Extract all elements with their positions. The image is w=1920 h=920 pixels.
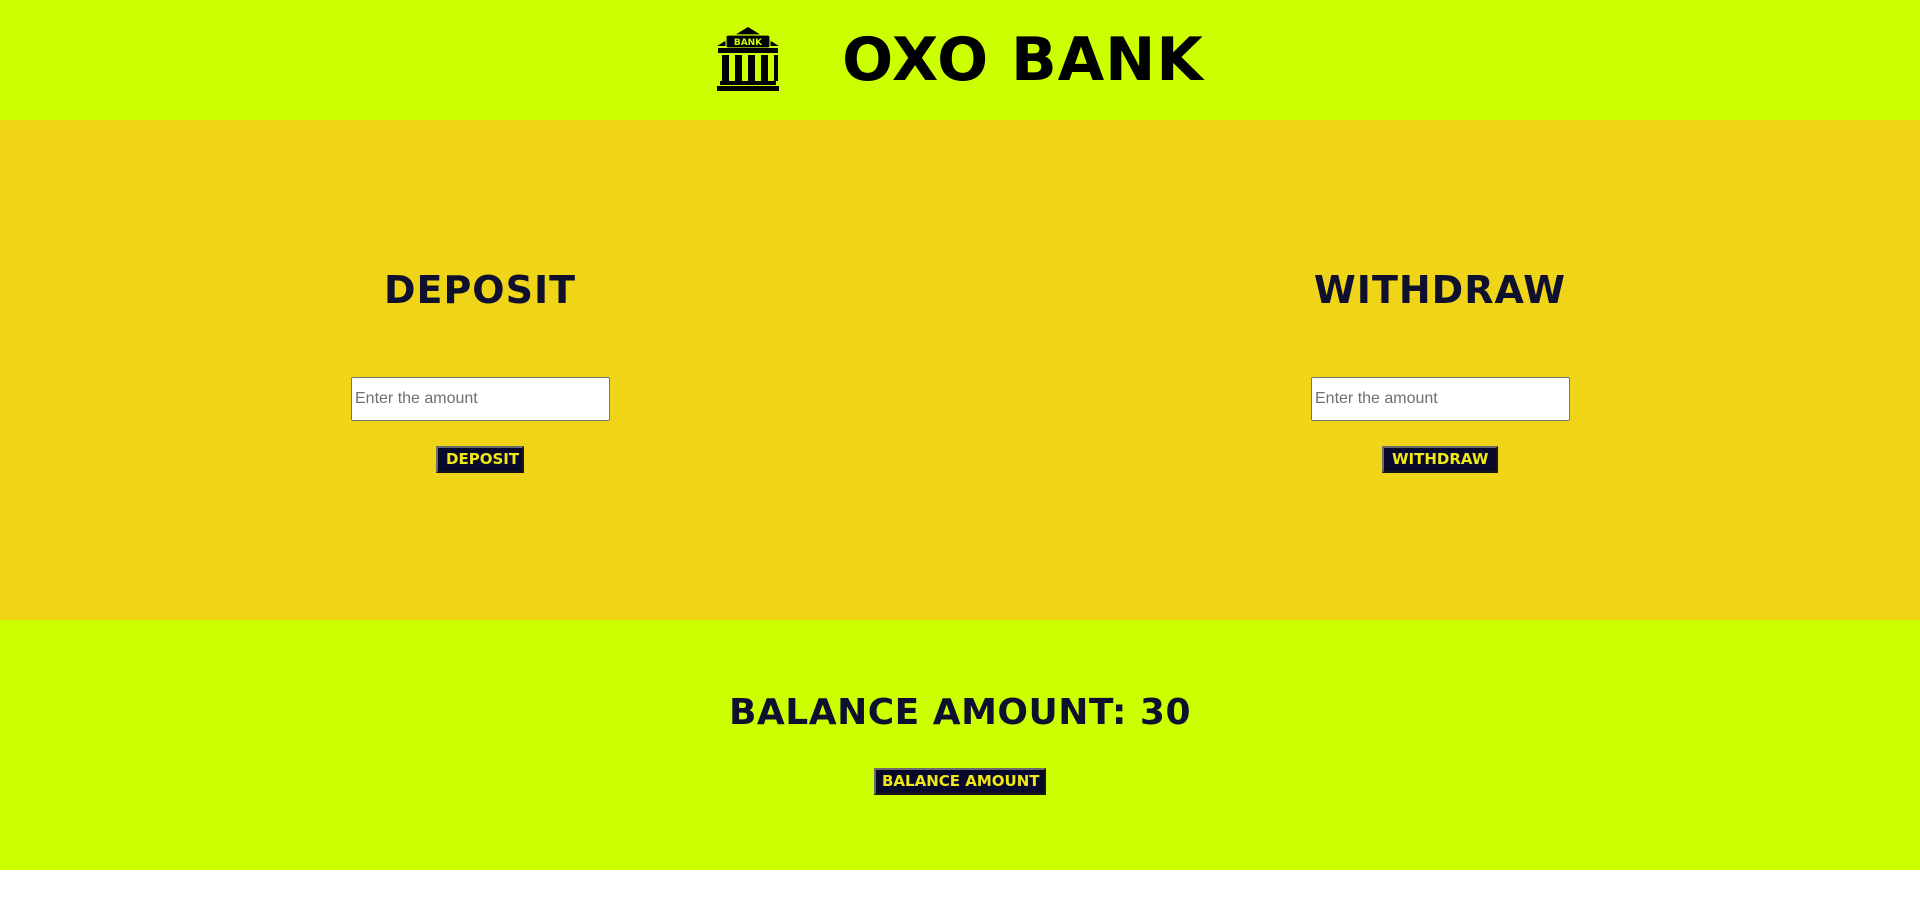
deposit-title: DEPOSIT [383,268,577,312]
logo-text: BANK [734,38,763,48]
withdraw-panel: WITHDRAW WITHDRAW [1140,120,1740,620]
site-header: BANK OXO BANK [0,0,1920,120]
withdraw-title: WITHDRAW [1313,268,1567,312]
withdraw-button[interactable]: WITHDRAW [1382,446,1498,473]
deposit-button[interactable]: DEPOSIT [436,446,524,473]
balance-section: BALANCE AMOUNT: 30 BALANCE AMOUNT [0,620,1920,870]
balance-amount-button[interactable]: BALANCE AMOUNT [874,768,1046,795]
balance-amount-text: BALANCE AMOUNT: 30 [728,692,1192,733]
deposit-amount-input[interactable] [351,377,610,421]
bank-building-icon: BANK [717,27,780,91]
deposit-panel: DEPOSIT DEPOSIT [180,120,780,620]
bank-title: OXO BANK [842,25,1204,95]
withdraw-amount-input[interactable] [1311,377,1570,421]
transactions-section: DEPOSIT DEPOSIT WITHDRAW WITHDRAW [0,120,1920,620]
